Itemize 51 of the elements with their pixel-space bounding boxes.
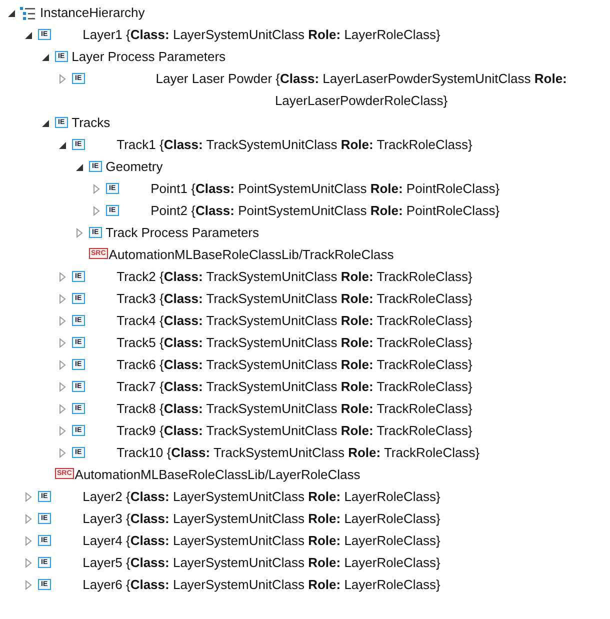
tree-item[interactable]: Track6 {Class: TrackSystemUnitClass Role: TrackRoleClass} bbox=[116, 354, 472, 376]
tree-item[interactable]: Layer3 {Class: LayerSystemUnitClass Role: LayerRoleClass} bbox=[82, 508, 440, 530]
collapsed-triangle-icon[interactable] bbox=[92, 184, 100, 194]
tree-item[interactable]: Point1 {Class: PointSystemUnitClass Role: PointRoleClass} bbox=[150, 178, 500, 200]
tree-item[interactable]: Layer Process Parameters bbox=[72, 46, 226, 68]
collapsed-triangle-icon[interactable] bbox=[58, 272, 66, 282]
expanded-triangle-icon[interactable] bbox=[58, 140, 66, 150]
tree-item[interactable]: Tracks bbox=[72, 112, 110, 134]
tree-item[interactable]: Layer6 {Class: LayerSystemUnitClass Role: LayerRoleClass} bbox=[82, 574, 440, 596]
hierarchy-list-icon bbox=[20, 6, 36, 20]
collapsed-triangle-icon[interactable] bbox=[58, 74, 66, 84]
tree-item[interactable]: Track9 {Class: TrackSystemUnitClass Role: TrackRoleClass} bbox=[116, 420, 472, 442]
collapsed-triangle-icon[interactable] bbox=[58, 360, 66, 370]
collapsed-triangle-icon[interactable] bbox=[58, 426, 66, 436]
collapsed-triangle-icon[interactable] bbox=[92, 206, 100, 216]
collapsed-triangle-icon[interactable] bbox=[24, 514, 32, 524]
collapsed-triangle-icon[interactable] bbox=[58, 404, 66, 414]
tree-item[interactable]: Layer1 {Class: LayerSystemUnitClass Role: LayerRoleClass} bbox=[82, 24, 440, 46]
collapsed-triangle-icon[interactable] bbox=[58, 382, 66, 392]
tree-item[interactable]: Layer Laser Powder {Class: LayerLaserPowderSystemUnitClass Role: LayerLaserPowderRoleClass} bbox=[116, 68, 606, 112]
tree-item[interactable]: Point2 {Class: PointSystemUnitClass Role: PointRoleClass} bbox=[150, 200, 500, 222]
tree-item[interactable]: Track10 {Class: TrackSystemUnitClass Role: TrackRoleClass} bbox=[116, 442, 480, 464]
expanded-triangle-icon[interactable] bbox=[40, 52, 50, 62]
tree-item[interactable]: Track8 {Class: TrackSystemUnitClass Role: TrackRoleClass} bbox=[116, 398, 472, 420]
expanded-triangle-icon[interactable] bbox=[74, 162, 84, 172]
tree-item[interactable]: Layer4 {Class: LayerSystemUnitClass Role: LayerRoleClass} bbox=[82, 530, 440, 552]
tree-item[interactable]: InstanceHierarchy bbox=[40, 2, 145, 24]
tree-item[interactable]: Geometry bbox=[106, 156, 163, 178]
collapsed-triangle-icon[interactable] bbox=[24, 492, 32, 502]
tree-item[interactable]: Track3 {Class: TrackSystemUnitClass Role: TrackRoleClass} bbox=[116, 288, 472, 310]
collapsed-triangle-icon[interactable] bbox=[58, 294, 66, 304]
expanded-triangle-icon[interactable] bbox=[6, 8, 16, 18]
tree-item[interactable]: AutomationMLBaseRoleClassLib/LayerRoleClass bbox=[74, 464, 360, 486]
tree-item[interactable]: Track Process Parameters bbox=[106, 222, 260, 244]
collapsed-triangle-icon[interactable] bbox=[58, 316, 66, 326]
expanded-triangle-icon[interactable] bbox=[40, 118, 50, 128]
tree-item[interactable]: Track4 {Class: TrackSystemUnitClass Role: TrackRoleClass} bbox=[116, 310, 472, 332]
collapsed-triangle-icon[interactable] bbox=[58, 338, 66, 348]
collapsed-triangle-icon[interactable] bbox=[24, 580, 32, 590]
tree-item[interactable]: Track7 {Class: TrackSystemUnitClass Role: TrackRoleClass} bbox=[116, 376, 472, 398]
tree-item[interactable]: Track2 {Class: TrackSystemUnitClass Role: TrackRoleClass} bbox=[116, 266, 472, 288]
collapsed-triangle-icon[interactable] bbox=[24, 558, 32, 568]
tree-item[interactable]: Track1 {Class: TrackSystemUnitClass Role: TrackRoleClass} bbox=[116, 134, 472, 156]
tree-item[interactable]: Layer2 {Class: LayerSystemUnitClass Role: LayerRoleClass} bbox=[82, 486, 440, 508]
tree-item[interactable]: Layer5 {Class: LayerSystemUnitClass Role: LayerRoleClass} bbox=[82, 552, 440, 574]
tree-item[interactable]: Track5 {Class: TrackSystemUnitClass Role: TrackRoleClass} bbox=[116, 332, 472, 354]
collapsed-triangle-icon[interactable] bbox=[58, 448, 66, 458]
collapsed-triangle-icon[interactable] bbox=[24, 536, 32, 546]
collapsed-triangle-icon[interactable] bbox=[76, 228, 82, 238]
tree-item[interactable]: AutomationMLBaseRoleClassLib/TrackRoleClass bbox=[108, 244, 394, 266]
expanded-triangle-icon[interactable] bbox=[24, 30, 32, 40]
